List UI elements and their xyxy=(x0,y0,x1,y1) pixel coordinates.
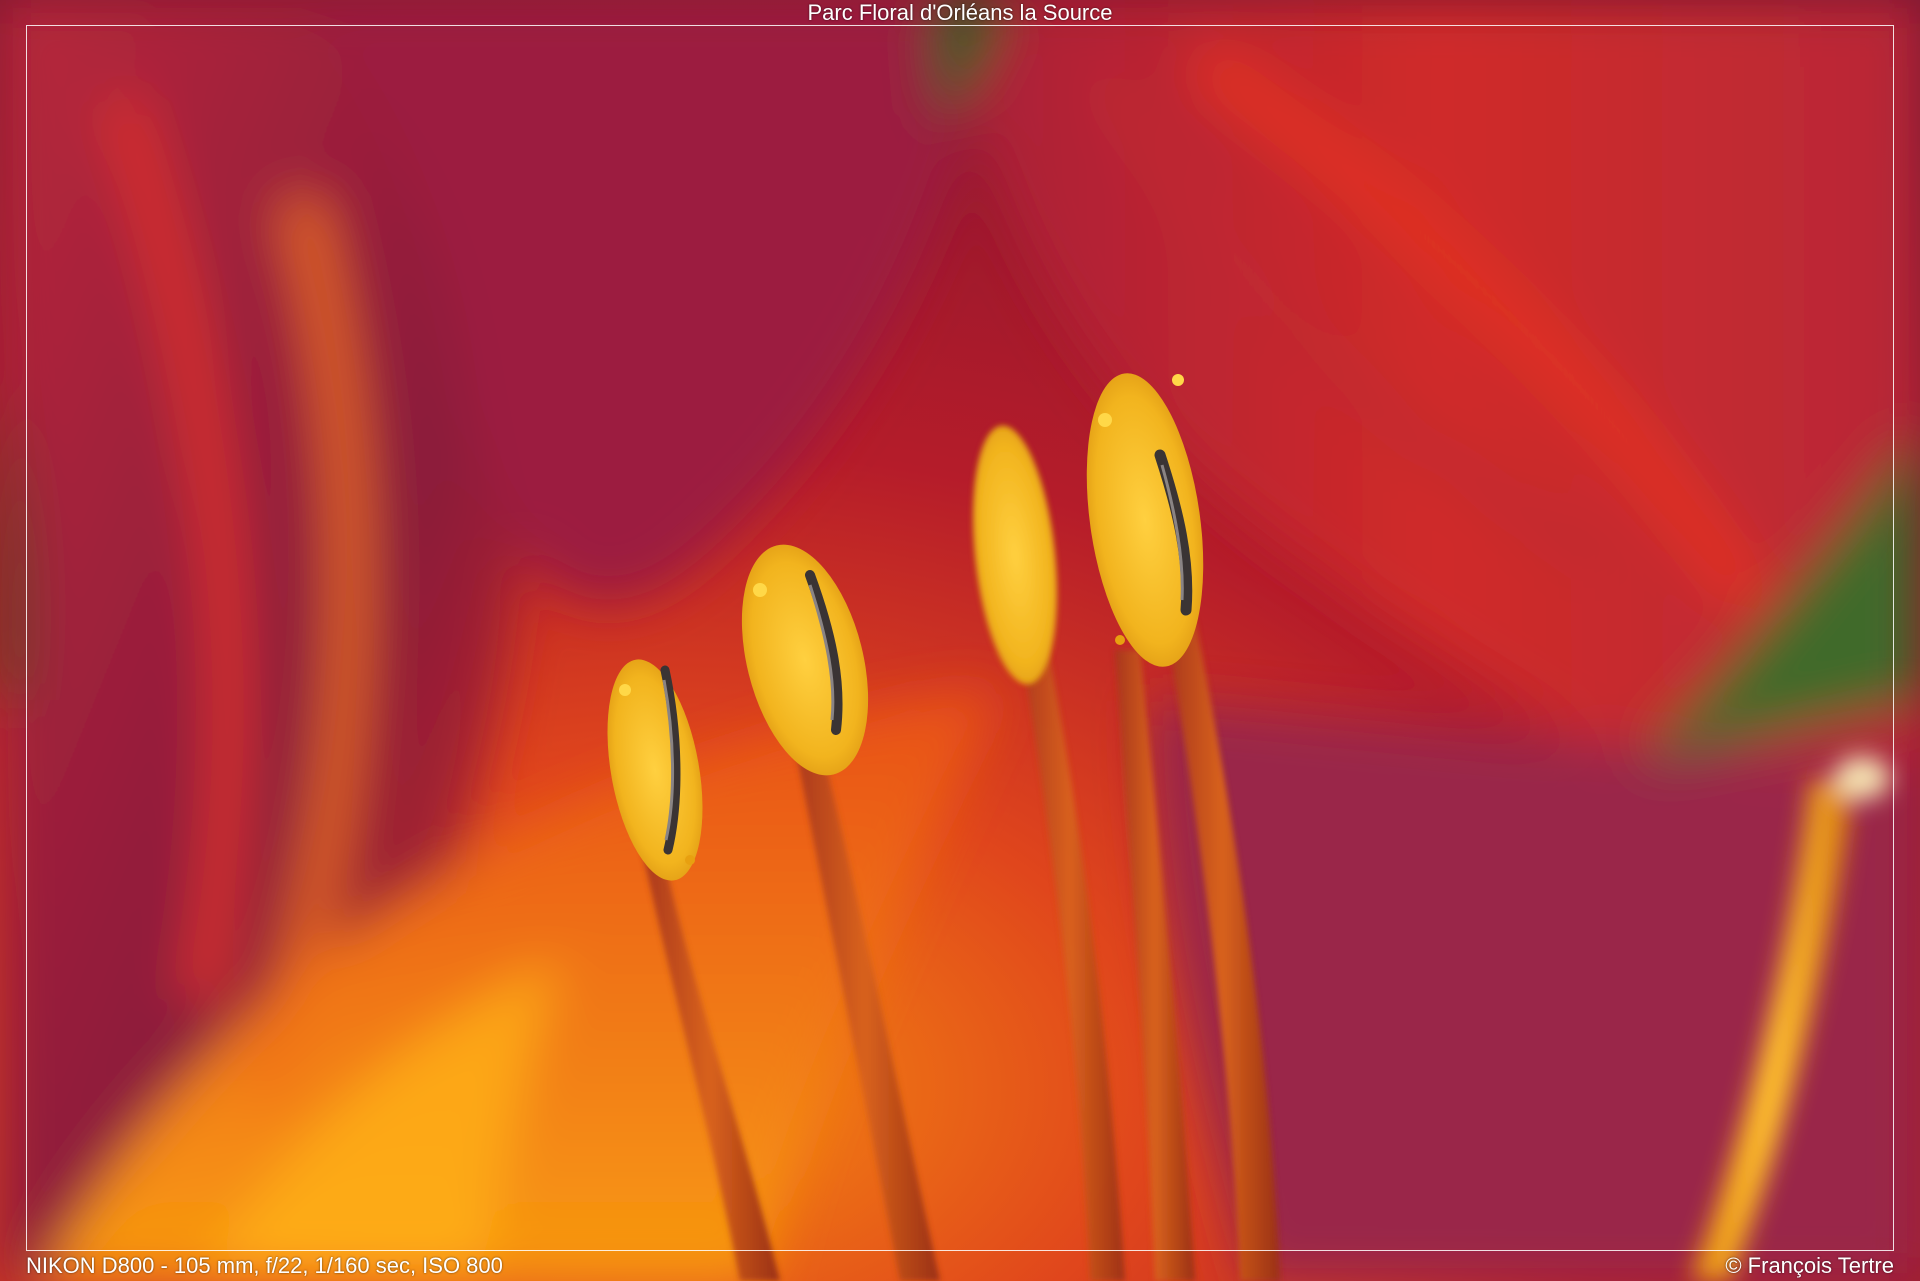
macro-flower-photo xyxy=(0,0,1920,1281)
photo-credit: © François Tertre xyxy=(1725,1253,1894,1278)
photo-title: Parc Floral d'Orléans la Source xyxy=(807,0,1113,25)
exif-info: NIKON D800 - 105 mm, f/22, 1/160 sec, IS… xyxy=(26,1253,503,1278)
